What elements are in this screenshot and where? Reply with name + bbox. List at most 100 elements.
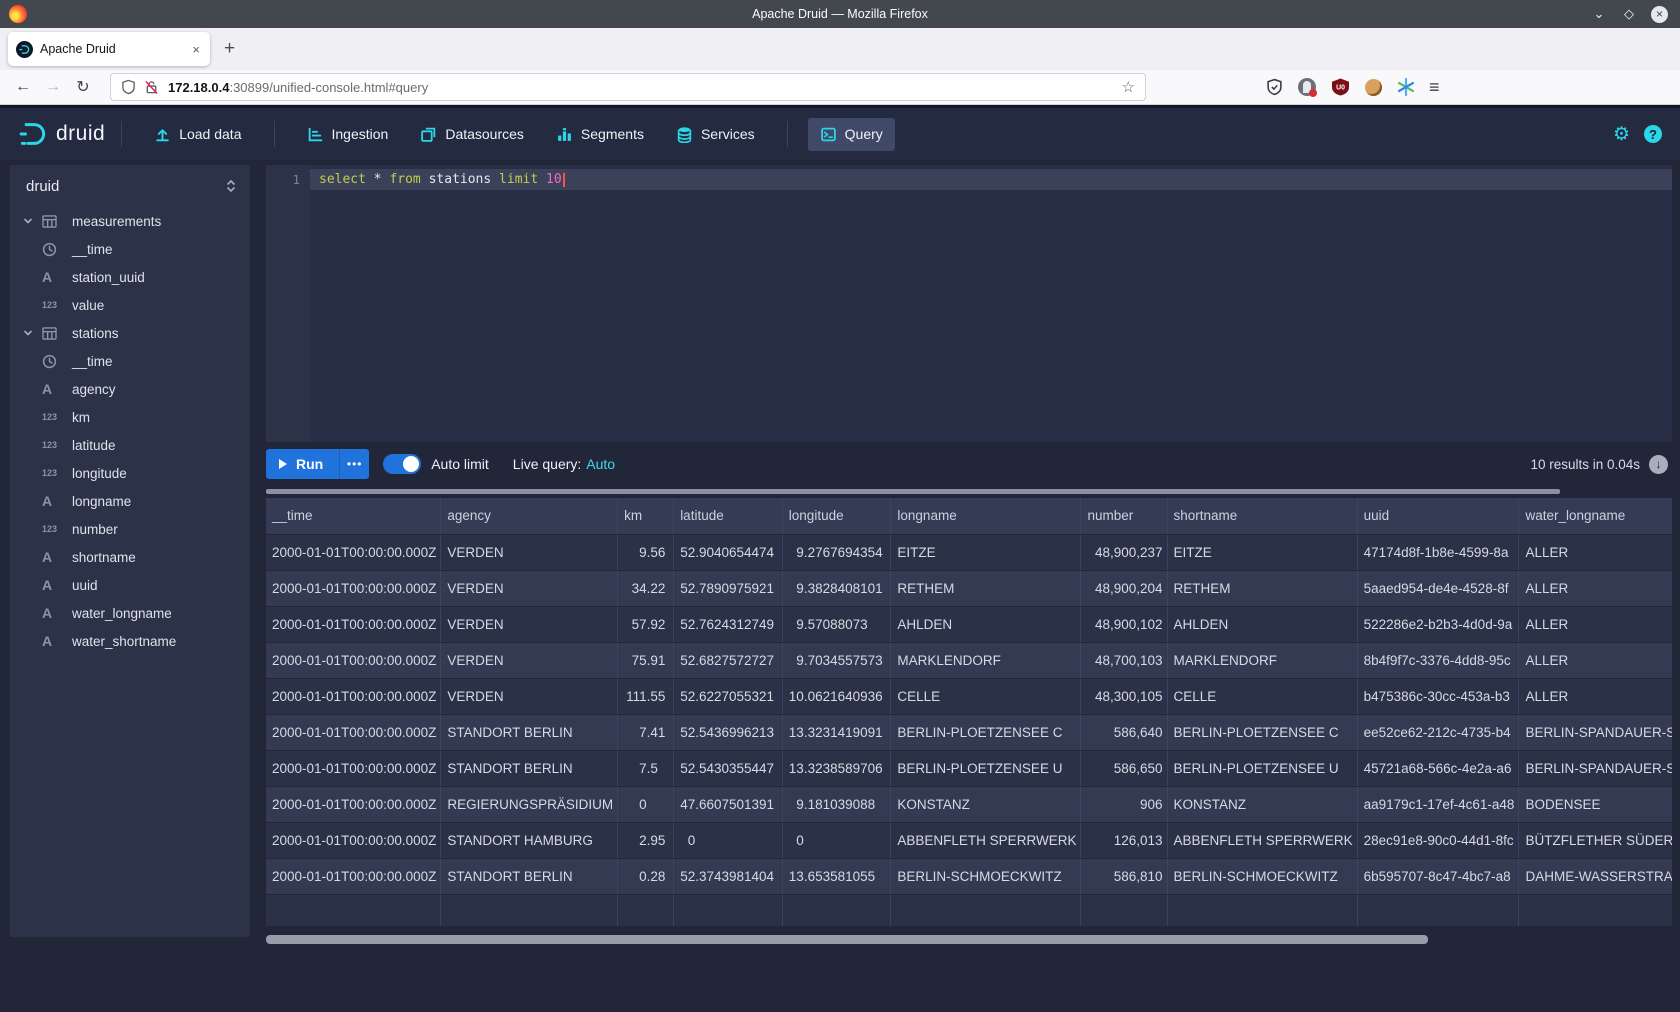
cell-longitude[interactable]: 13.3238589706 <box>782 750 891 786</box>
column-header-longname[interactable]: longname <box>891 498 1081 534</box>
cell-latitude[interactable]: 52.6827572727 <box>674 642 783 678</box>
druid-logo[interactable]: druid <box>18 119 105 149</box>
sidebar-column-agency[interactable]: Aagency <box>10 375 250 403</box>
cell-water_longname[interactable]: ALLER <box>1519 678 1672 714</box>
cell-latitude[interactable]: 52.7890975921 <box>674 570 783 606</box>
cell-water_longname[interactable]: ALLER <box>1519 606 1672 642</box>
cell-uuid[interactable]: 47174d8f-1b8e-4599-8a <box>1357 534 1519 570</box>
cell-__time[interactable]: 2000-01-01T00:00:00.000Z <box>266 750 441 786</box>
cookie-extension-icon[interactable] <box>1363 77 1383 97</box>
nav-services[interactable]: Services <box>664 118 767 151</box>
cell-latitude[interactable]: 52.5430355447 <box>674 750 783 786</box>
cell-longname[interactable]: KONSTANZ <box>891 786 1081 822</box>
horizontal-scrollbar-thumb[interactable] <box>266 935 1428 944</box>
cell-longitude[interactable]: 9.2767694354 <box>782 534 891 570</box>
cell-km[interactable]: 2.95 <box>618 822 674 858</box>
cell-uuid[interactable]: 45721a68-566c-4e2a-a6 <box>1357 750 1519 786</box>
column-header-uuid[interactable]: uuid <box>1357 498 1519 534</box>
auto-limit-toggle[interactable] <box>383 454 421 474</box>
cell-uuid[interactable]: aa9179c1-17ef-4c61-a48 <box>1357 786 1519 822</box>
tab-close-icon[interactable]: × <box>190 42 202 57</box>
run-button[interactable]: Run <box>266 449 339 479</box>
column-header-latitude[interactable]: latitude <box>674 498 783 534</box>
extension-shield-icon[interactable] <box>1264 77 1284 97</box>
column-header-water_longname[interactable]: water_longname <box>1519 498 1672 534</box>
window-maximize-icon[interactable]: ◇ <box>1621 6 1637 22</box>
cell-longname[interactable]: CELLE <box>891 678 1081 714</box>
cell-number[interactable]: 586,810 <box>1081 858 1167 894</box>
query-editor[interactable]: 1 select * from stations limit 10 <box>266 165 1672 442</box>
cell-__time[interactable]: 2000-01-01T00:00:00.000Z <box>266 534 441 570</box>
cell-longitude[interactable]: 13.653581055 <box>782 858 891 894</box>
sidebar-column-__time[interactable]: __time <box>10 235 250 263</box>
cell-km[interactable]: 57.92 <box>618 606 674 642</box>
cell-latitude[interactable]: 52.7624312749 <box>674 606 783 642</box>
cell-__time[interactable]: 2000-01-01T00:00:00.000Z <box>266 714 441 750</box>
cell-longname[interactable]: EITZE <box>891 534 1081 570</box>
window-minimize-icon[interactable]: ⌄ <box>1591 6 1607 22</box>
column-header-number[interactable]: number <box>1081 498 1167 534</box>
editor-code[interactable]: select * from stations limit 10 <box>310 165 1672 442</box>
cell-water_longname[interactable]: ALLER <box>1519 570 1672 606</box>
sidebar-column-water_shortname[interactable]: Awater_shortname <box>10 627 250 655</box>
cell-latitude[interactable]: 52.3743981404 <box>674 858 783 894</box>
cell-longname[interactable]: MARKLENDORF <box>891 642 1081 678</box>
double-caret-icon[interactable] <box>225 179 237 193</box>
cell-agency[interactable]: STANDORT BERLIN <box>441 750 618 786</box>
cell-water_longname[interactable]: ALLER <box>1519 642 1672 678</box>
cell-longitude[interactable]: 9.57088073 <box>782 606 891 642</box>
cell-number[interactable]: 586,650 <box>1081 750 1167 786</box>
url-bar[interactable]: 172.18.0.4:30899/unified-console.html#qu… <box>110 73 1146 101</box>
reload-button[interactable]: ↻ <box>68 77 98 97</box>
cell-shortname[interactable]: AHLDEN <box>1167 606 1357 642</box>
cell-latitude[interactable]: 52.5436996213 <box>674 714 783 750</box>
cell-uuid[interactable]: 522286e2-b2b3-4d0d-9a <box>1357 606 1519 642</box>
cell-uuid[interactable]: ee52ce62-212c-4735-b4 <box>1357 714 1519 750</box>
snowflake-extension-icon[interactable] <box>1396 77 1416 97</box>
back-button[interactable]: ← <box>8 78 38 96</box>
sidebar-column-number[interactable]: 123number <box>10 515 250 543</box>
cell-number[interactable]: 48,900,204 <box>1081 570 1167 606</box>
browser-tab[interactable]: Apache Druid × <box>8 32 210 66</box>
cell-longitude[interactable]: 9.7034557573 <box>782 642 891 678</box>
cell-number[interactable]: 48,900,102 <box>1081 606 1167 642</box>
sidebar-column-km[interactable]: 123km <box>10 403 250 431</box>
sidebar-column-value[interactable]: 123value <box>10 291 250 319</box>
live-query-value[interactable]: Auto <box>586 456 615 472</box>
nav-datasources[interactable]: Datasources <box>408 118 536 151</box>
cell-uuid[interactable]: 8b4f9f7c-3376-4dd8-95c <box>1357 642 1519 678</box>
nav-ingestion[interactable]: Ingestion <box>295 118 401 151</box>
cell-water_longname[interactable]: BERLIN-SPANDAUER-S <box>1519 750 1672 786</box>
sidebar-column-uuid[interactable]: Auuid <box>10 571 250 599</box>
column-header-km[interactable]: km <box>618 498 674 534</box>
cell-agency[interactable]: VERDEN <box>441 534 618 570</box>
column-header-shortname[interactable]: shortname <box>1167 498 1357 534</box>
ublock-icon[interactable]: U0 <box>1330 77 1350 97</box>
cell-shortname[interactable]: BERLIN-PLOETZENSEE C <box>1167 714 1357 750</box>
cell-__time[interactable]: 2000-01-01T00:00:00.000Z <box>266 606 441 642</box>
cell-latitude[interactable]: 47.6607501391 <box>674 786 783 822</box>
cell-km[interactable]: 0 <box>618 786 674 822</box>
cell-water_longname[interactable]: ALLER <box>1519 534 1672 570</box>
cell-latitude[interactable]: 52.6227055321 <box>674 678 783 714</box>
cell-km[interactable]: 111.55 <box>618 678 674 714</box>
cell-shortname[interactable]: EITZE <box>1167 534 1357 570</box>
cell-uuid[interactable]: 6b595707-8c47-4bc7-a8 <box>1357 858 1519 894</box>
cell-longname[interactable]: RETHEM <box>891 570 1081 606</box>
cell-km[interactable]: 9.56 <box>618 534 674 570</box>
bookmark-star-icon[interactable]: ☆ <box>1122 78 1135 96</box>
cell-agency[interactable]: VERDEN <box>441 642 618 678</box>
cell-longitude[interactable]: 9.3828408101 <box>782 570 891 606</box>
column-header-__time[interactable]: __time <box>266 498 441 534</box>
column-header-agency[interactable]: agency <box>441 498 618 534</box>
new-tab-button[interactable]: + <box>224 38 235 60</box>
cell-km[interactable]: 75.91 <box>618 642 674 678</box>
cell-latitude[interactable]: 52.9040654474 <box>674 534 783 570</box>
run-more-button[interactable]: ••• <box>339 449 369 479</box>
window-close-icon[interactable]: × <box>1651 6 1668 23</box>
cell-agency[interactable]: VERDEN <box>441 606 618 642</box>
cell-number[interactable]: 586,640 <box>1081 714 1167 750</box>
cell-__time[interactable]: 2000-01-01T00:00:00.000Z <box>266 678 441 714</box>
cell-longitude[interactable]: 0 <box>782 822 891 858</box>
cell-agency[interactable]: STANDORT BERLIN <box>441 858 618 894</box>
